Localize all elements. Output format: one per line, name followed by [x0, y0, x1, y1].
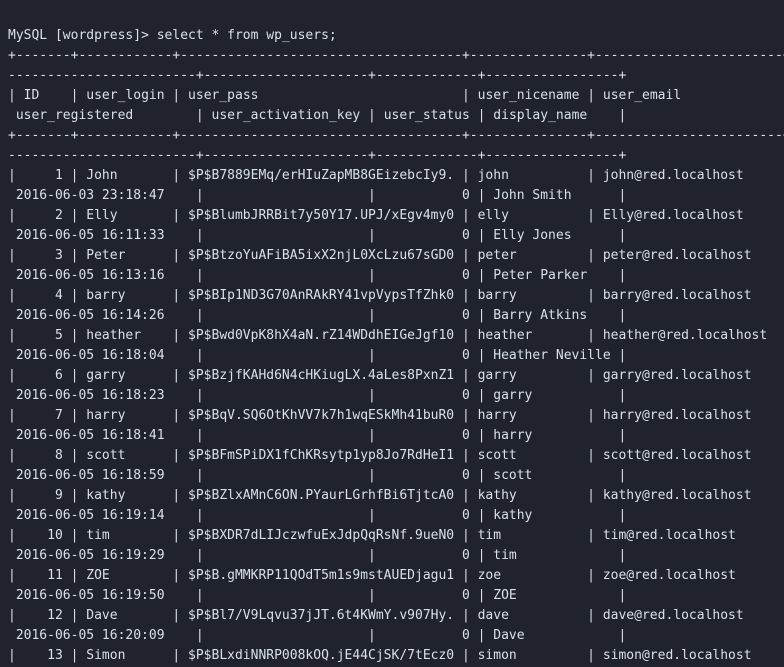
table-rows: | 1 | John | $P$B7889EMq/erHIuZapMB8GEiz… [8, 166, 776, 667]
table-row: | 7 | harry | $P$BqV.SQ6OtKhVV7k7h1wqESk… [8, 408, 784, 423]
table-row: | 6 | garry | $P$BzjfKAHd6N4cHKiugLX.4aL… [8, 368, 784, 383]
table-row: 2016-06-05 16:11:33 | | 0 | Elly Jones | [8, 228, 626, 243]
table-row: | 12 | Dave | $P$Bl7/V9Lqvu37jJT.6t4KWmY… [8, 608, 784, 623]
table-row: 2016-06-05 16:19:14 | | 0 | kathy | [8, 508, 626, 523]
table-row: | 1 | John | $P$B7889EMq/erHIuZapMB8GEiz… [8, 168, 784, 183]
terminal-output: MySQL [wordpress]> select * from wp_user… [0, 0, 784, 667]
header-row-1: | ID | user_login | user_pass | user_nic… [8, 88, 784, 103]
table-row: | 3 | Peter | $P$BtzoYuAFiBA5ixX2njL0XcL… [8, 248, 784, 263]
table-row: 2016-06-05 16:18:23 | | 0 | garry | [8, 388, 626, 403]
table-row: 2016-06-03 23:18:47 | | 0 | John Smith | [8, 188, 626, 203]
table-row: | 9 | kathy | $P$BZlxAMnC6ON.PYaurLGrhfB… [8, 488, 784, 503]
sql-query: select * from wp_users; [157, 28, 337, 43]
table-row: | 4 | barry | $P$BIp1ND3G70AnRAkRY41vpVy… [8, 288, 784, 303]
table-row: 2016-06-05 16:14:26 | | 0 | Barry Atkins… [8, 308, 626, 323]
table-row: 2016-06-05 16:20:09 | | 0 | Dave | [8, 628, 626, 643]
table-row: | 5 | heather | $P$Bwd0VpK8hX4aN.rZ14WDd… [8, 328, 784, 343]
table-row: 2016-06-05 16:13:16 | | 0 | Peter Parker… [8, 268, 626, 283]
header-row-2: user_registered | user_activation_key | … [8, 108, 626, 123]
prompt-db: MySQL [wordpress] [8, 28, 141, 43]
table-border-top-2: ------------------------+---------------… [8, 68, 626, 83]
table-row: | 13 | Simon | $P$BLxdiNNRP008kOQ.jE44Cj… [8, 648, 784, 663]
prompt-gt: > [141, 28, 149, 43]
table-border-mid-2: ------------------------+---------------… [8, 148, 626, 163]
table-row: 2016-06-05 16:19:29 | | 0 | tim | [8, 548, 626, 563]
table-row: | 2 | Elly | $P$BlumbJRRBit7y50Y17.UPJ/x… [8, 208, 784, 223]
table-row: | 8 | scott | $P$BFmSPiDX1fChKRsytp1yp8J… [8, 448, 784, 463]
table-border-mid: +-------+------------+------------------… [8, 128, 784, 143]
table-row: 2016-06-05 16:18:04 | | 0 | Heather Nevi… [8, 348, 626, 363]
table-row: | 11 | ZOE | $P$B.gMMKRP11QOdT5m1s9mstAU… [8, 568, 784, 583]
table-row: 2016-06-05 16:18:59 | | 0 | scott | [8, 468, 626, 483]
table-row: 2016-06-05 16:18:41 | | 0 | harry | [8, 428, 626, 443]
table-row: 2016-06-05 16:19:50 | | 0 | ZOE | [8, 588, 626, 603]
table-border-top: +-------+------------+------------------… [8, 48, 784, 63]
table-row: | 10 | tim | $P$BXDR7dLIJczwfuExJdpQqRsN… [8, 528, 784, 543]
